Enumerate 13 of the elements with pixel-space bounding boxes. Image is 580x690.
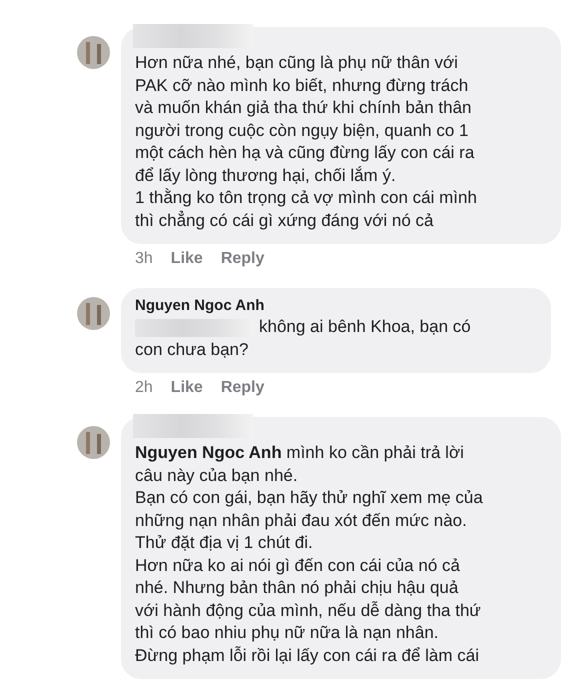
like-link[interactable]: Like <box>170 379 203 397</box>
comment-text: Hơn nữa nhé, bạn cũng là phụ nữ thân với PAK cỡ nào mình ko biết, nhưng đừng trách và muốn khán giả tha thứ khi chính bản thân người trong cuộc còn ngụy biện, quanh co 1 một cách hèn hạ và cũng đừng lấy con cái ra để lấy lòng thương hại, chối lắm ý. 1 thằng ko tôn trọng cả vợ mình con cái mình thì chẳng có cái gì xứng đáng với nó cả <box>135 52 478 232</box>
like-link[interactable]: Like <box>170 250 203 268</box>
reply-link[interactable]: Reply <box>220 379 264 397</box>
comment-time[interactable]: 3h <box>135 250 153 268</box>
comment-text: Nguyen Ngoc Anh mình ko cần phải trả lời câu này của bạn nhé. Bạn có con gái, bạn hãy thử nghĩ xem mẹ của những nạn nhân phải đau xót đến mức nào. Thử đặt địa vị 1 chút đi. Hơn nữa ko ai nói gì đến con cái của nó cả nhé. Nhưng bản thân nó phải chịu hậu quả với hành động của mình, nếu dễ dàng tha thứ thì có bao nhiu phụ nữ nữa là nạn nhân. Đừng phạm lỗi rồi lại lấy con cái ra để làm cái <box>135 442 484 666</box>
comment-time[interactable]: 2h <box>135 379 153 397</box>
avatar <box>77 426 110 459</box>
avatar <box>77 36 110 69</box>
comment-author[interactable]: Nguyen Ngoc Anh <box>135 297 537 314</box>
avatar <box>77 297 110 330</box>
comment-text: không ai bênh Khoa, bạn có con chưa bạn? <box>135 316 472 360</box>
reply-link[interactable]: Reply <box>220 250 264 268</box>
